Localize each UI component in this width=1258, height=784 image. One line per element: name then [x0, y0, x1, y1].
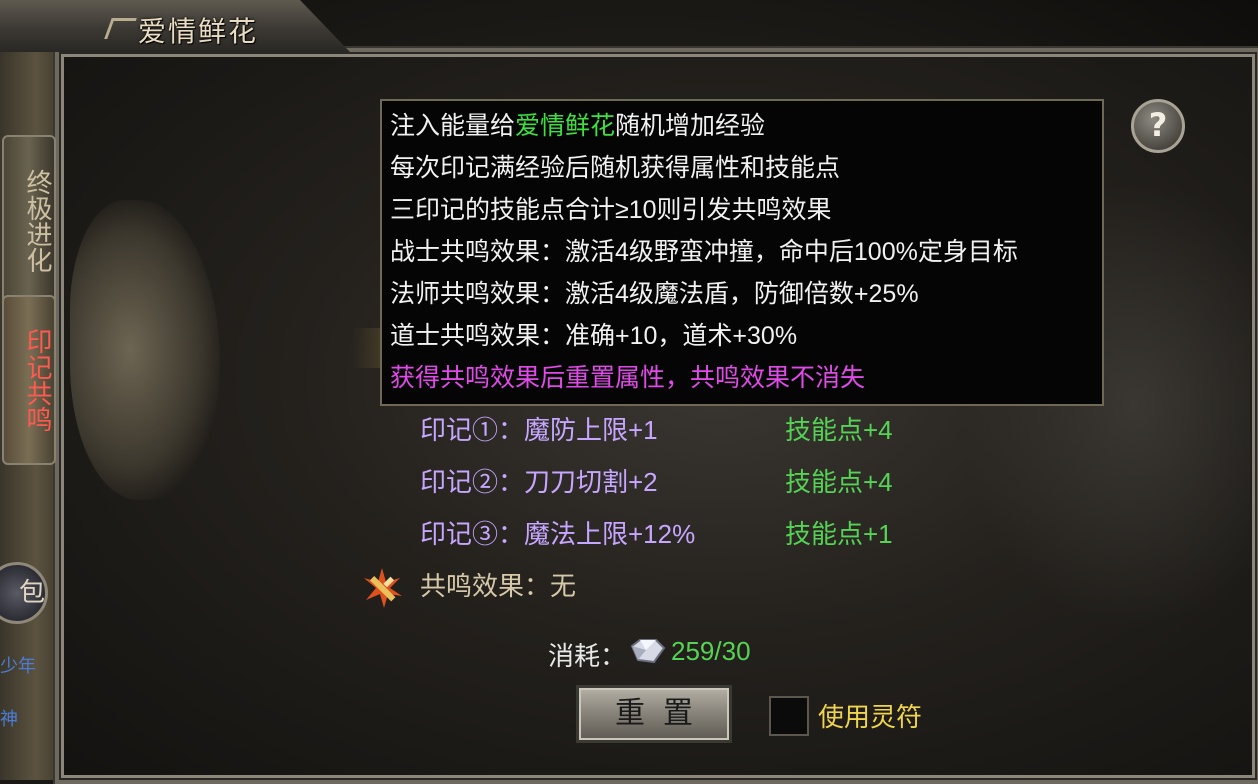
window-title: 爱情鲜花	[138, 15, 259, 48]
mark-1-label: 印记①：魔防上限+1	[420, 415, 658, 445]
mark-3-skill: 技能点+1	[785, 519, 893, 549]
mark-2-label: 印记②：刀刀切割+2	[420, 467, 658, 497]
use-talisman-label[interactable]: 使用灵符	[818, 697, 922, 734]
mark-2-skill: 技能点+4	[785, 467, 893, 497]
tooltip-line-1: 注入能量给爱情鲜花随机增加经验	[390, 112, 766, 140]
crystal-gem-icon	[630, 639, 666, 664]
tab-mark-resonance[interactable]: 印记共鸣	[2, 295, 56, 465]
cost-label: 消耗：	[548, 641, 627, 671]
cost-value: 259/30	[671, 636, 751, 666]
sword-burst-icon	[364, 568, 402, 608]
tab-ultimate-evolution[interactable]: 终极进化	[2, 135, 56, 307]
mark-1-skill: 技能点+4	[785, 415, 893, 445]
help-button[interactable]: ?	[1131, 99, 1185, 153]
side-partial-text-2: 神	[0, 709, 18, 729]
tooltip-line-7: 获得共鸣效果后重置属性，共鸣效果不消失	[390, 364, 866, 392]
tooltip-line-3: 三印记的技能点合计≥10则引发共鸣效果	[390, 196, 832, 224]
resonance-effect: 共鸣效果：无	[420, 571, 577, 601]
game-window: 爱情鲜花 终极进化 印记共鸣 包 少年 神 ? 注入能量给爱情鲜花随机增加经验 …	[0, 0, 1258, 784]
reset-button[interactable]: 重置	[576, 685, 732, 743]
tooltip-line-5: 法师共鸣效果：激活4级魔法盾，防御倍数+25%	[390, 280, 919, 308]
tooltip-flower-name: 爱情鲜花	[515, 112, 616, 140]
use-talisman-checkbox[interactable]	[769, 696, 809, 736]
tooltip-line-6: 道士共鸣效果：准确+10，道术+30%	[390, 322, 798, 350]
side-partial-text: 少年	[0, 656, 36, 676]
mark-3-label: 印记③：魔法上限+12%	[420, 519, 696, 549]
help-tooltip: 注入能量给爱情鲜花随机增加经验 每次印记满经验后随机获得属性和技能点 三印记的技…	[380, 99, 1104, 406]
tooltip-line-2: 每次印记满经验后随机获得属性和技能点	[390, 154, 841, 182]
tooltip-line-4: 战士共鸣效果：激活4级野蛮冲撞，命中后100%定身目标	[390, 238, 1018, 266]
